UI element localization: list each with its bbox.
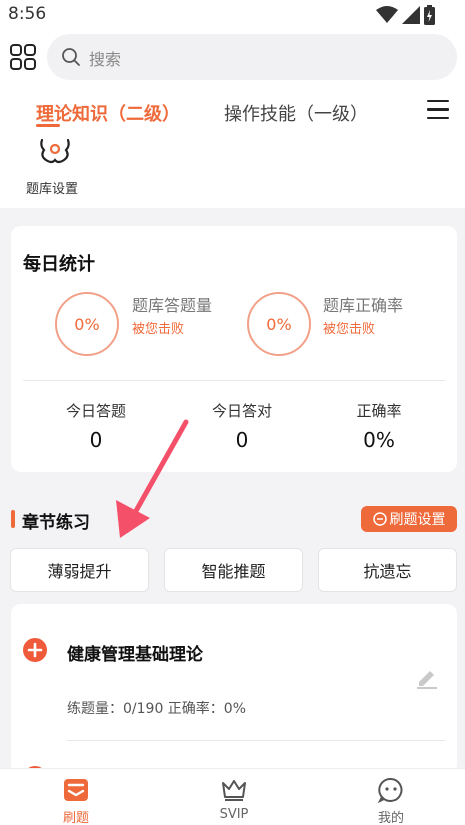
- chat-smile-icon: [377, 777, 403, 803]
- accuracy-percent: 0%: [266, 314, 292, 334]
- accuracy-sub: 被您击败: [323, 322, 376, 337]
- status-icons: [376, 5, 435, 25]
- accuracy-label: 题库正确率: [323, 296, 404, 315]
- status-bar: 8:56: [0, 0, 465, 30]
- today-accuracy-label: 正确率: [356, 402, 402, 420]
- anti-forget-button[interactable]: 抗遗忘: [318, 548, 457, 592]
- practice-icon: [64, 779, 88, 801]
- today-correct-value: 0: [235, 428, 249, 452]
- weak-improve-label: 薄弱提升: [47, 562, 112, 581]
- daily-stats-card: 每日统计 0% 题库答题量 被您击败 0% 题库正确率 被您击败 今日答题 0 …: [11, 226, 457, 472]
- edit-pencil-icon[interactable]: [415, 666, 439, 690]
- nav-svip-label: SVIP: [219, 807, 249, 822]
- annotation-arrow: [116, 419, 189, 538]
- expand-plus-icon[interactable]: [23, 638, 47, 662]
- answer-count-sub: 被您击败: [132, 322, 185, 337]
- wifi-icon: [376, 6, 398, 23]
- anti-forget-label: 抗遗忘: [363, 562, 412, 581]
- settings-flower-icon[interactable]: [38, 138, 72, 164]
- bank-settings-section: 题库设置: [0, 138, 465, 208]
- nav-practice[interactable]: 刷题: [36, 777, 116, 825]
- status-time: 8:56: [8, 4, 47, 24]
- crown-icon: [222, 780, 246, 801]
- brush-settings-button[interactable]: 刷题设置: [361, 506, 457, 532]
- answer-count-percent: 0%: [74, 314, 100, 334]
- tab-operation-skills[interactable]: 操作技能（一级）: [224, 100, 368, 126]
- daily-stats-title: 每日统计: [23, 254, 95, 275]
- battery-icon: [424, 5, 435, 25]
- today-correct-label: 今日答对: [211, 402, 272, 420]
- top-bar: 搜索 理论知识（二级） 操作技能（一级）: [0, 30, 465, 138]
- daily-divider: [23, 380, 445, 381]
- nav-mine-label: 我的: [377, 811, 404, 825]
- nav-practice-label: 刷题: [62, 811, 89, 825]
- menu-icon[interactable]: [427, 100, 449, 120]
- nav-mine[interactable]: 我的: [351, 777, 431, 825]
- tab-theory-knowledge[interactable]: 理论知识（二级）: [36, 100, 180, 126]
- chapter-accent-bar: [11, 510, 15, 528]
- chapter-practice-title: 章节练习: [22, 513, 90, 533]
- minus-circle-icon: [372, 512, 387, 526]
- search-icon: [62, 48, 80, 66]
- chapter-item-name[interactable]: 健康管理基础理论: [67, 640, 203, 665]
- signal-icon: [402, 6, 420, 24]
- search-input[interactable]: 搜索: [47, 34, 457, 80]
- weak-improve-button[interactable]: 薄弱提升: [10, 548, 149, 592]
- bank-settings-label[interactable]: 题库设置: [26, 178, 78, 197]
- accuracy-ring: 0%: [247, 292, 311, 356]
- chapter-item-meta: 练题量：0/190 正确率：0%: [67, 701, 247, 717]
- today-accuracy-value: 0%: [363, 428, 395, 452]
- tab-active-indicator: [36, 124, 60, 127]
- smart-recommend-button[interactable]: 智能推题: [164, 548, 303, 592]
- answer-count-ring: 0%: [55, 292, 119, 356]
- chapter-divider: [67, 740, 445, 741]
- chapter-list-card: 健康管理基础理论 练题量：0/190 正确率：0%: [11, 604, 457, 774]
- smart-recommend-label: 智能推题: [201, 562, 266, 581]
- nav-svip[interactable]: SVIP: [194, 777, 274, 822]
- search-placeholder: 搜索: [89, 50, 122, 69]
- answer-count-label: 题库答题量: [132, 296, 213, 315]
- grid-apps-icon[interactable]: [10, 44, 36, 70]
- brush-settings-label: 刷题设置: [389, 512, 446, 528]
- bottom-nav: 刷题 SVIP 我的: [0, 768, 465, 825]
